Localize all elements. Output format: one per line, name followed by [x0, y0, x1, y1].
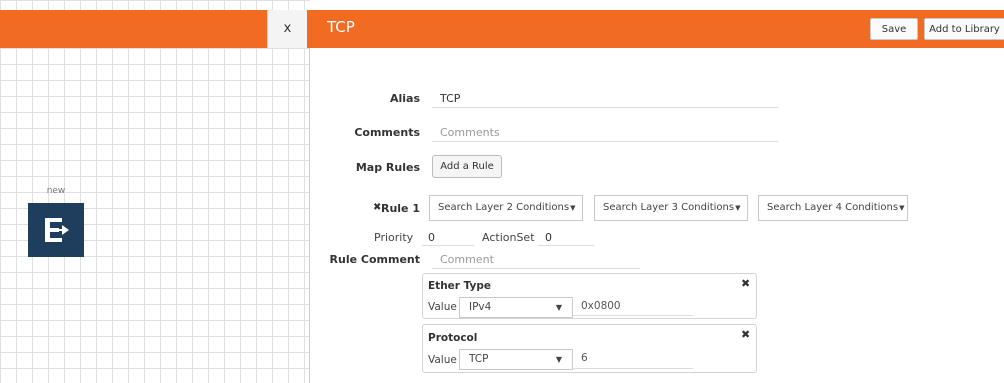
- alias-input[interactable]: TCP: [440, 92, 460, 105]
- condition-title: Protocol: [428, 332, 478, 344]
- rule-comment-input[interactable]: Comment: [440, 253, 494, 266]
- add-to-library-button[interactable]: Add to Library: [924, 18, 1004, 40]
- actionset-input[interactable]: 0: [545, 231, 552, 244]
- ether-type-condition-panel: Ether Type ✖ Value IPv4 ▼ 0x0800: [422, 273, 757, 319]
- ether-type-select[interactable]: IPv4 ▼: [459, 297, 573, 318]
- rule-label: Rule 1: [380, 202, 420, 215]
- condition-title: Ether Type: [428, 280, 492, 292]
- selected-value: TCP: [469, 353, 489, 365]
- comments-input[interactable]: Comments: [440, 126, 500, 139]
- caret-down-icon: ▼: [570, 204, 576, 212]
- close-icon[interactable]: ✖: [741, 277, 750, 290]
- map-rules-label: Map Rules: [355, 161, 420, 174]
- ether-type-hex-value[interactable]: 0x0800: [581, 300, 621, 312]
- layer4-conditions-dropdown[interactable]: Search Layer 4 Conditions▼: [758, 195, 908, 221]
- caret-down-icon: ▼: [899, 204, 905, 212]
- close-icon[interactable]: ✖: [741, 328, 750, 341]
- caret-down-icon: ▼: [735, 204, 741, 212]
- layer3-conditions-dropdown[interactable]: Search Layer 3 Conditions▼: [594, 195, 748, 221]
- close-button[interactable]: x: [267, 10, 307, 48]
- map-node[interactable]: [28, 203, 84, 257]
- actionset-underline: [538, 245, 594, 246]
- value-label: Value: [428, 301, 457, 313]
- rule-comment-underline: [432, 268, 640, 269]
- hex-underline: [573, 315, 693, 316]
- ether-type-map-icon: [45, 218, 69, 242]
- value-label: Value: [428, 354, 457, 366]
- chevron-down-icon: ▼: [555, 303, 562, 312]
- layer4-placeholder: Search Layer 4 Conditions: [767, 202, 899, 213]
- comments-label: Comments: [354, 126, 420, 139]
- actionset-label: ActionSet: [482, 231, 535, 244]
- protocol-select[interactable]: TCP ▼: [459, 349, 573, 370]
- canvas-header: [0, 10, 310, 48]
- selected-value: IPv4: [469, 301, 492, 313]
- layer3-placeholder: Search Layer 3 Conditions: [603, 202, 735, 213]
- node-label: new: [46, 186, 66, 196]
- page-title: TCP: [327, 18, 355, 36]
- save-button[interactable]: Save: [870, 18, 918, 40]
- protocol-hex-value[interactable]: 6: [581, 352, 588, 364]
- alias-label: Alias: [389, 92, 420, 105]
- layer2-placeholder: Search Layer 2 Conditions: [438, 202, 570, 213]
- priority-underline: [422, 245, 474, 246]
- comments-underline: [432, 141, 778, 142]
- chevron-down-icon: ▼: [555, 355, 562, 364]
- hex-underline: [573, 368, 693, 369]
- panel-divider: [309, 48, 310, 383]
- layer2-conditions-dropdown[interactable]: Search Layer 2 Conditions▼: [429, 195, 583, 221]
- rule-comment-label: Rule Comment: [329, 253, 420, 266]
- add-rule-button[interactable]: Add a Rule: [432, 155, 502, 178]
- protocol-condition-panel: Protocol ✖ Value TCP ▼ 6: [422, 324, 757, 373]
- priority-input[interactable]: 0: [428, 231, 435, 244]
- priority-label: Priority: [374, 231, 414, 244]
- alias-underline: [432, 107, 778, 108]
